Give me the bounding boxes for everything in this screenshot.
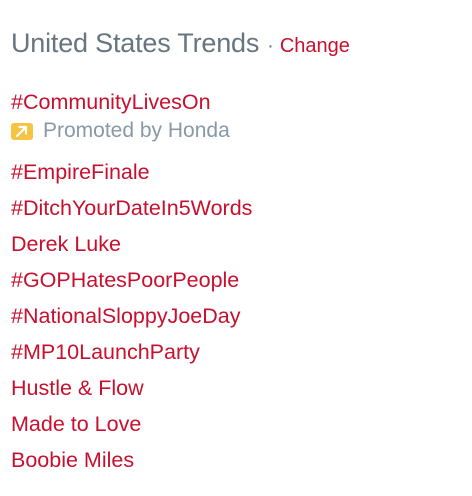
change-location-link[interactable]: Change	[280, 35, 350, 58]
trend-item: #EmpireFinale	[11, 154, 461, 190]
promoted-label: Promoted by Honda	[11, 116, 461, 146]
trend-link[interactable]: Derek Luke	[11, 232, 121, 256]
trend-link[interactable]: Hustle & Flow	[11, 376, 144, 400]
trend-list: #CommunityLivesOn Promoted by Honda #Emp…	[11, 88, 461, 478]
promoted-by-text: Promoted by Honda	[43, 119, 230, 142]
trend-link[interactable]: #GOPHatesPoorPeople	[11, 268, 239, 292]
trend-link[interactable]: #NationalSloppyJoeDay	[11, 304, 240, 328]
trend-link-promoted[interactable]: #CommunityLivesOn	[11, 90, 211, 114]
trend-item: Boobie Miles	[11, 442, 461, 478]
trend-item: Hustle & Flow	[11, 370, 461, 406]
trend-item: #MP10LaunchParty	[11, 334, 461, 370]
trend-item-promoted: #CommunityLivesOn	[11, 88, 461, 116]
trends-title: United States Trends	[11, 28, 260, 58]
trend-item: #NationalSloppyJoeDay	[11, 298, 461, 334]
trend-link[interactable]: #EmpireFinale	[11, 160, 150, 184]
trend-link[interactable]: Made to Love	[11, 412, 141, 436]
trend-link[interactable]: #DitchYourDateIn5Words	[11, 196, 252, 220]
trend-item: #DitchYourDateIn5Words	[11, 190, 461, 226]
trends-module: United States Trends · Change #Community…	[11, 28, 461, 478]
trend-link[interactable]: #MP10LaunchParty	[11, 340, 200, 364]
trend-link[interactable]: Boobie Miles	[11, 448, 134, 472]
trend-item: Derek Luke	[11, 226, 461, 262]
promoted-arrow-icon	[11, 122, 33, 140]
trends-header: United States Trends · Change	[11, 28, 461, 64]
trend-item: #GOPHatesPoorPeople	[11, 262, 461, 298]
header-separator: ·	[267, 35, 274, 57]
trend-item: Made to Love	[11, 406, 461, 442]
